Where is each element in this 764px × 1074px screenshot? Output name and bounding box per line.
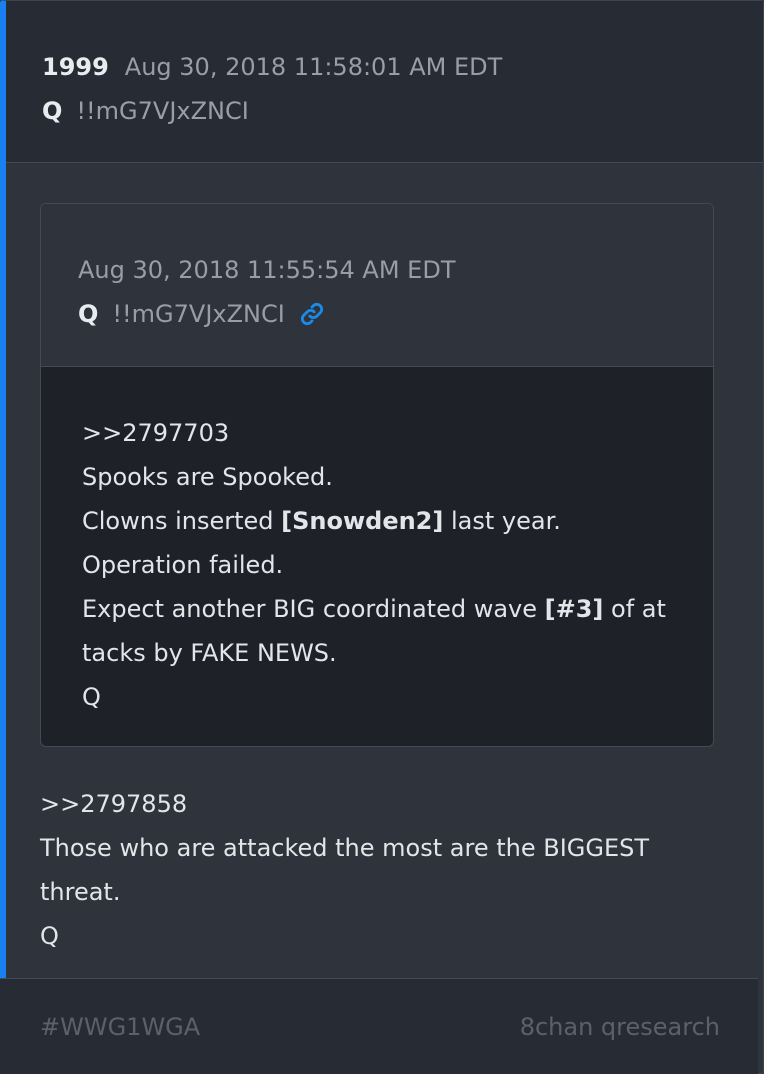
post-reply-ref[interactable]: >>2797858: [40, 782, 720, 826]
quoted-post: Aug 30, 2018 11:55:54 AM EDT Q !!mG7VJxZ…: [40, 203, 714, 747]
quoted-meta: Aug 30, 2018 11:55:54 AM EDT: [78, 248, 713, 292]
quoted-emphasis: [Snowden2]: [281, 507, 444, 535]
post-signature: Q: [40, 922, 59, 950]
post-line: Those who are attacked the most are the …: [40, 834, 650, 862]
quoted-signature: Q: [82, 683, 101, 711]
post-header: 1999 Aug 30, 2018 11:58:01 AM EDT Q !!mG…: [6, 1, 763, 163]
post-body: >>2797858 Those who are attacked the mos…: [40, 782, 720, 958]
quoted-text: last year.: [443, 507, 561, 535]
post-tripcode: !!mG7VJxZNCI: [76, 97, 249, 125]
quoted-author: Q: [78, 300, 99, 328]
quoted-text: Clowns inserted: [82, 507, 282, 535]
post-line: threat.: [40, 878, 121, 906]
quoted-tripcode: !!mG7VJxZNCI: [112, 300, 285, 328]
footer-source: 8chan qresearch: [519, 1012, 720, 1041]
quoted-header: Aug 30, 2018 11:55:54 AM EDT Q !!mG7VJxZ…: [41, 204, 713, 367]
quoted-line: Spooks are Spooked.: [82, 463, 333, 491]
post-author-row: Q !!mG7VJxZNCI: [42, 89, 763, 133]
quoted-text: of at: [603, 595, 666, 623]
quoted-line: Expect another BIG coordinated wave [#3]…: [82, 587, 673, 631]
post-meta: 1999 Aug 30, 2018 11:58:01 AM EDT: [42, 45, 763, 89]
link-icon[interactable]: [299, 301, 325, 327]
quoted-date: Aug 30, 2018 11:55:54 AM EDT: [78, 256, 456, 284]
quoted-text: Expect another BIG coordinated wave: [82, 595, 545, 623]
quoted-emphasis: [#3]: [544, 595, 604, 623]
quoted-line: tacks by FAKE NEWS.: [82, 639, 337, 667]
quoted-author-row: Q !!mG7VJxZNCI: [78, 292, 713, 336]
footer-hashtag: #WWG1WGA: [40, 1012, 201, 1041]
post-author: Q: [42, 97, 63, 125]
quoted-line: Clowns inserted [Snowden2] last year.: [82, 499, 673, 543]
post-number: 1999: [42, 53, 109, 81]
quoted-body: >>2797703 Spooks are Spooked. Clowns ins…: [41, 367, 713, 719]
post-footer: #WWG1WGA 8chan qresearch: [0, 978, 758, 1074]
quoted-line: Operation failed.: [82, 551, 284, 579]
quoted-reply-ref[interactable]: >>2797703: [82, 411, 673, 455]
post-date: Aug 30, 2018 11:58:01 AM EDT: [124, 53, 503, 81]
